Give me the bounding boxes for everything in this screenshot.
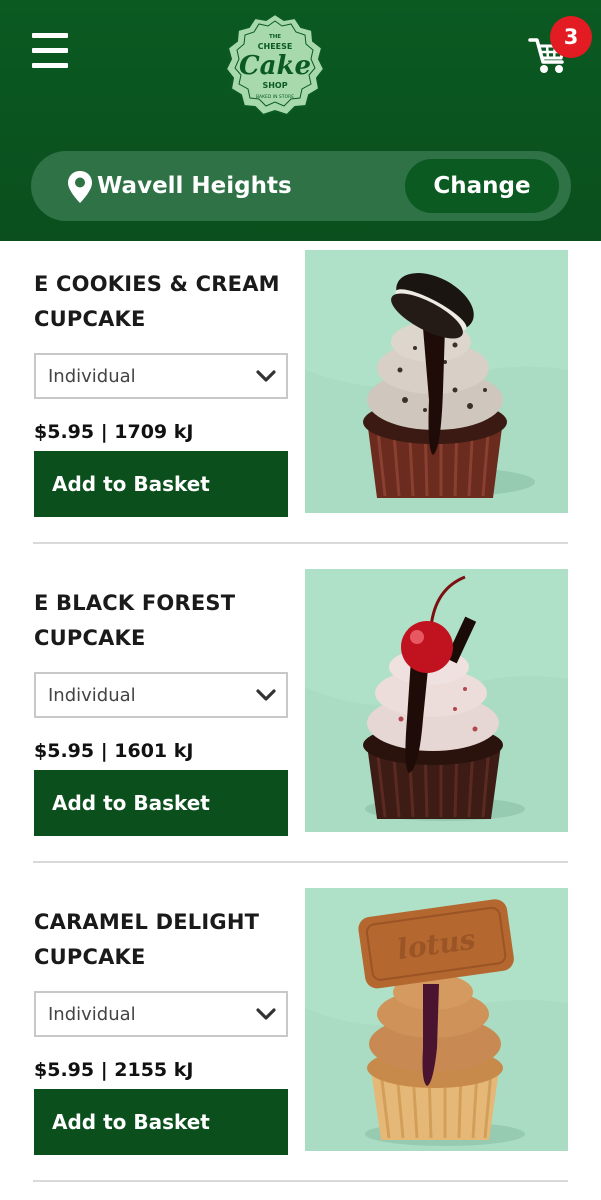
cart-count-badge: 3 bbox=[550, 16, 592, 58]
store-location-bar: Wavell Heights Change bbox=[31, 151, 571, 221]
size-select[interactable]: Individual bbox=[34, 353, 288, 399]
add-to-basket-button[interactable]: Add to Basket bbox=[34, 1089, 288, 1155]
size-select[interactable]: Individual bbox=[34, 991, 288, 1037]
cookies-cream-cupcake-image[interactable] bbox=[305, 250, 568, 513]
chevron-down-icon bbox=[256, 689, 276, 701]
store-location-name: Wavell Heights bbox=[97, 173, 292, 199]
price-energy: $5.95 | 1601 kJ bbox=[34, 740, 194, 762]
size-select[interactable]: Individual bbox=[34, 672, 288, 718]
size-select-value: Individual bbox=[48, 366, 136, 387]
add-to-basket-button[interactable]: Add to Basket bbox=[34, 770, 288, 836]
cheesecake-shop-logo[interactable]: THE CHEESE Cake SHOP BAKED IN STORE bbox=[224, 12, 326, 118]
price-energy: $5.95 | 2155 kJ bbox=[34, 1059, 194, 1081]
product-title-line2: CUPCAKE bbox=[34, 626, 146, 650]
location-pin-icon bbox=[68, 171, 92, 203]
product-card: CARAMEL DELIGHT CUPCAKE Individual $5.95… bbox=[0, 879, 601, 1198]
size-select-value: Individual bbox=[48, 1004, 136, 1025]
product-title-line1: E BLACK FOREST bbox=[34, 591, 236, 615]
divider bbox=[33, 1180, 568, 1182]
divider bbox=[33, 861, 568, 863]
product-title: CARAMEL DELIGHT CUPCAKE bbox=[34, 905, 294, 975]
logo-line4: SHOP bbox=[262, 81, 287, 90]
price-energy: $5.95 | 1709 kJ bbox=[34, 421, 194, 443]
size-select-value: Individual bbox=[48, 685, 136, 706]
product-title-line1: E COOKIES & CREAM bbox=[34, 272, 280, 296]
product-title-line1: CARAMEL DELIGHT bbox=[34, 910, 260, 934]
change-store-button[interactable]: Change bbox=[405, 159, 559, 213]
divider bbox=[33, 542, 568, 544]
logo-line5: BAKED IN STORE bbox=[256, 94, 294, 100]
caramel-delight-cupcake-image[interactable]: lotus bbox=[305, 888, 568, 1151]
product-title: E BLACK FOREST CUPCAKE bbox=[34, 586, 294, 656]
app-header: THE CHEESE Cake SHOP BAKED IN STORE 3 Wa… bbox=[0, 0, 601, 241]
product-title: E COOKIES & CREAM CUPCAKE bbox=[34, 267, 294, 337]
hamburger-menu-icon[interactable] bbox=[32, 33, 68, 75]
product-card: E COOKIES & CREAM CUPCAKE Individual $5.… bbox=[0, 241, 601, 560]
product-title-line2: CUPCAKE bbox=[34, 945, 146, 969]
cart-button[interactable]: 3 bbox=[524, 16, 592, 78]
product-card: E BLACK FOREST CUPCAKE Individual $5.95 … bbox=[0, 560, 601, 879]
logo-line1: THE bbox=[269, 34, 281, 40]
black-forest-cupcake-image[interactable] bbox=[305, 569, 568, 832]
logo-line3: Cake bbox=[239, 51, 311, 81]
chevron-down-icon bbox=[256, 1008, 276, 1020]
chevron-down-icon bbox=[256, 370, 276, 382]
logo-line2: CHEESE bbox=[258, 42, 293, 51]
product-title-line2: CUPCAKE bbox=[34, 307, 146, 331]
add-to-basket-button[interactable]: Add to Basket bbox=[34, 451, 288, 517]
